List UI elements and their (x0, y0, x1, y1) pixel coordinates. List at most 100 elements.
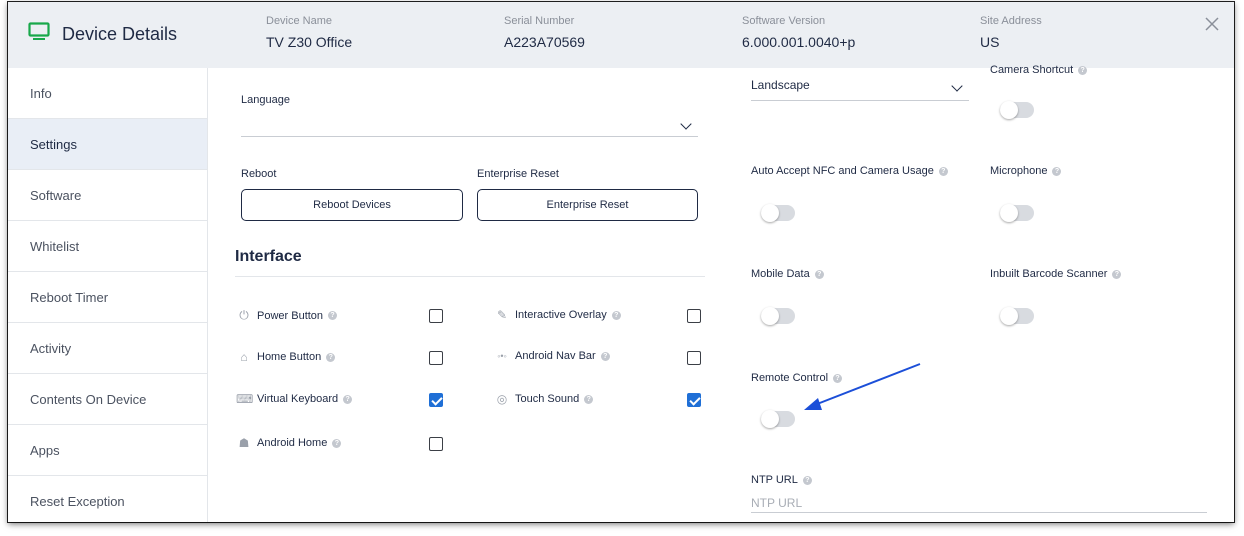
brand: Device Details (28, 22, 177, 47)
help-icon[interactable]: ? (600, 351, 610, 361)
virtual-keyboard-label: Virtual Keyboard (257, 393, 339, 405)
power-icon: ⏻ (239, 308, 249, 322)
help-icon[interactable]: ? (814, 269, 824, 279)
serial-number-field: Serial Number A223A70569 (504, 15, 585, 50)
android-home-checkbox[interactable] (429, 437, 443, 451)
annotation-arrow-icon (804, 363, 921, 410)
touch-sound-checkbox[interactable] (687, 393, 701, 407)
sound-icon: ◎ (496, 392, 508, 406)
auto-accept-nfc-text: Auto Accept NFC and Camera Usage (751, 165, 934, 177)
sidebar-item-software[interactable]: Software (8, 170, 207, 221)
language-label: Language (241, 94, 290, 106)
reboot-label: Reboot (241, 168, 277, 180)
microphone-label: Microphone? (990, 165, 1062, 177)
help-icon[interactable]: ? (611, 310, 621, 320)
page-title: Device Details (62, 24, 178, 44)
sidebar-item-contents-on-device[interactable]: Contents On Device (8, 374, 207, 425)
mobile-data-toggle[interactable] (761, 307, 795, 325)
interface-item-interactive-overlay: ✎ Interactive Overlay ? (494, 308, 621, 322)
device-details-window: Device Details Device Name TV Z30 Office… (8, 2, 1234, 522)
orientation-value: Landscape (751, 78, 810, 92)
software-version-value: 6.000.001.0040+p (742, 34, 856, 50)
android-home-label: Android Home (257, 437, 328, 449)
enterprise-reset-button[interactable]: Enterprise Reset (477, 189, 698, 221)
camera-shortcut-text: Camera Shortcut (990, 64, 1074, 76)
help-icon[interactable]: ? (938, 166, 948, 176)
help-icon[interactable]: ? (343, 394, 353, 404)
help-icon[interactable]: ? (326, 352, 336, 362)
auto-accept-nfc-label: Auto Accept NFC and Camera Usage? (751, 165, 948, 177)
microphone-text: Microphone (990, 165, 1048, 177)
sidebar-item-whitelist[interactable]: Whitelist (8, 221, 207, 272)
serial-number-label: Serial Number (504, 15, 575, 27)
site-address-value: US (980, 34, 1000, 50)
mobile-data-text: Mobile Data (751, 268, 810, 280)
ntp-url-label: NTP URL? (751, 474, 812, 486)
remote-control-toggle[interactable] (761, 410, 795, 428)
interface-item-virtual-keyboard: ⌨ Virtual Keyboard ? (236, 392, 353, 406)
interface-heading: Interface (235, 248, 302, 265)
keyboard-icon: ⌨ (236, 392, 254, 406)
inbuilt-barcode-scanner-toggle[interactable] (1000, 307, 1034, 325)
sidebar-item-info[interactable]: Info (8, 68, 207, 119)
sidebar-item-reset-exception[interactable]: Reset Exception (8, 476, 207, 522)
interface-item-touch-sound: ◎ Touch Sound ? (494, 392, 594, 406)
monitor-icon (28, 22, 50, 47)
chevron-down-icon (680, 118, 692, 130)
touch-sound-label: Touch Sound (515, 393, 580, 405)
sidebar-item-activity[interactable]: Activity (8, 323, 207, 374)
enterprise-reset-label: Enterprise Reset (477, 168, 559, 180)
ntp-url-placeholder: NTP URL (751, 496, 803, 510)
help-icon[interactable]: ? (328, 311, 338, 320)
home-icon: ⌂ (240, 350, 248, 364)
software-version-field: Software Version 6.000.001.0040+p (742, 15, 855, 50)
inbuilt-barcode-scanner-label: Inbuilt Barcode Scanner? (990, 268, 1122, 280)
android-nav-bar-checkbox[interactable] (687, 351, 701, 365)
camera-shortcut-toggle[interactable] (1000, 101, 1034, 119)
help-icon[interactable]: ? (332, 438, 342, 448)
home-button-label: Home Button (257, 351, 322, 363)
mobile-data-label: Mobile Data? (751, 268, 824, 280)
sidebar-item-apps[interactable]: Apps (8, 425, 207, 476)
interactive-overlay-label: Interactive Overlay (515, 309, 607, 321)
interactive-overlay-checkbox[interactable] (687, 309, 701, 323)
ntp-url-input[interactable]: NTP URL (751, 494, 1207, 513)
sidebar-item-reboot-timer[interactable]: Reboot Timer (8, 272, 207, 323)
site-address-label: Site Address (980, 15, 1042, 27)
interface-item-power-button: ⏻ Power Button ? (236, 308, 338, 323)
home-button-checkbox[interactable] (429, 351, 443, 365)
interface-item-android-nav-bar: ◦•◦ Android Nav Bar ? (494, 350, 610, 362)
device-name-field: Device Name TV Z30 Office (266, 15, 352, 50)
virtual-keyboard-checkbox[interactable] (429, 393, 443, 407)
interface-divider (235, 276, 705, 277)
language-select[interactable] (241, 114, 698, 137)
auto-accept-nfc-toggle[interactable] (761, 204, 795, 222)
serial-number-value: A223A70569 (504, 34, 585, 50)
device-name-value: TV Z30 Office (266, 34, 353, 50)
device-name-label: Device Name (266, 15, 333, 27)
chevron-down-icon (951, 80, 963, 92)
interface-item-home-button: ⌂ Home Button ? (236, 350, 336, 364)
android-nav-bar-label: Android Nav Bar (515, 350, 596, 362)
help-icon[interactable]: ? (584, 394, 594, 404)
reboot-devices-button[interactable]: Reboot Devices (241, 189, 463, 221)
ntp-url-text: NTP URL (751, 474, 798, 486)
overlay-icon: ✎ (496, 308, 508, 322)
power-button-checkbox[interactable] (429, 309, 443, 323)
inbuilt-barcode-scanner-text: Inbuilt Barcode Scanner (990, 268, 1108, 280)
help-icon[interactable]: ? (802, 475, 812, 485)
orientation-select[interactable]: Landscape (751, 74, 969, 101)
header-bar: Device Details Device Name TV Z30 Office… (8, 2, 1234, 68)
microphone-toggle[interactable] (1000, 204, 1034, 222)
close-icon[interactable] (1204, 16, 1220, 37)
camera-shortcut-label: Camera Shortcut? (990, 64, 1088, 76)
site-address-field: Site Address US (980, 15, 1042, 50)
help-icon[interactable]: ? (1052, 166, 1062, 176)
android-icon: ☗ (238, 436, 250, 450)
nav-bar-icon: ◦•◦ (497, 351, 507, 361)
interface-item-android-home: ☗ Android Home ? (236, 436, 342, 450)
software-version-label: Software Version (742, 15, 826, 27)
help-icon[interactable]: ? (1112, 269, 1122, 279)
help-icon[interactable]: ? (1078, 65, 1088, 75)
sidebar-item-settings[interactable]: Settings (8, 119, 207, 170)
